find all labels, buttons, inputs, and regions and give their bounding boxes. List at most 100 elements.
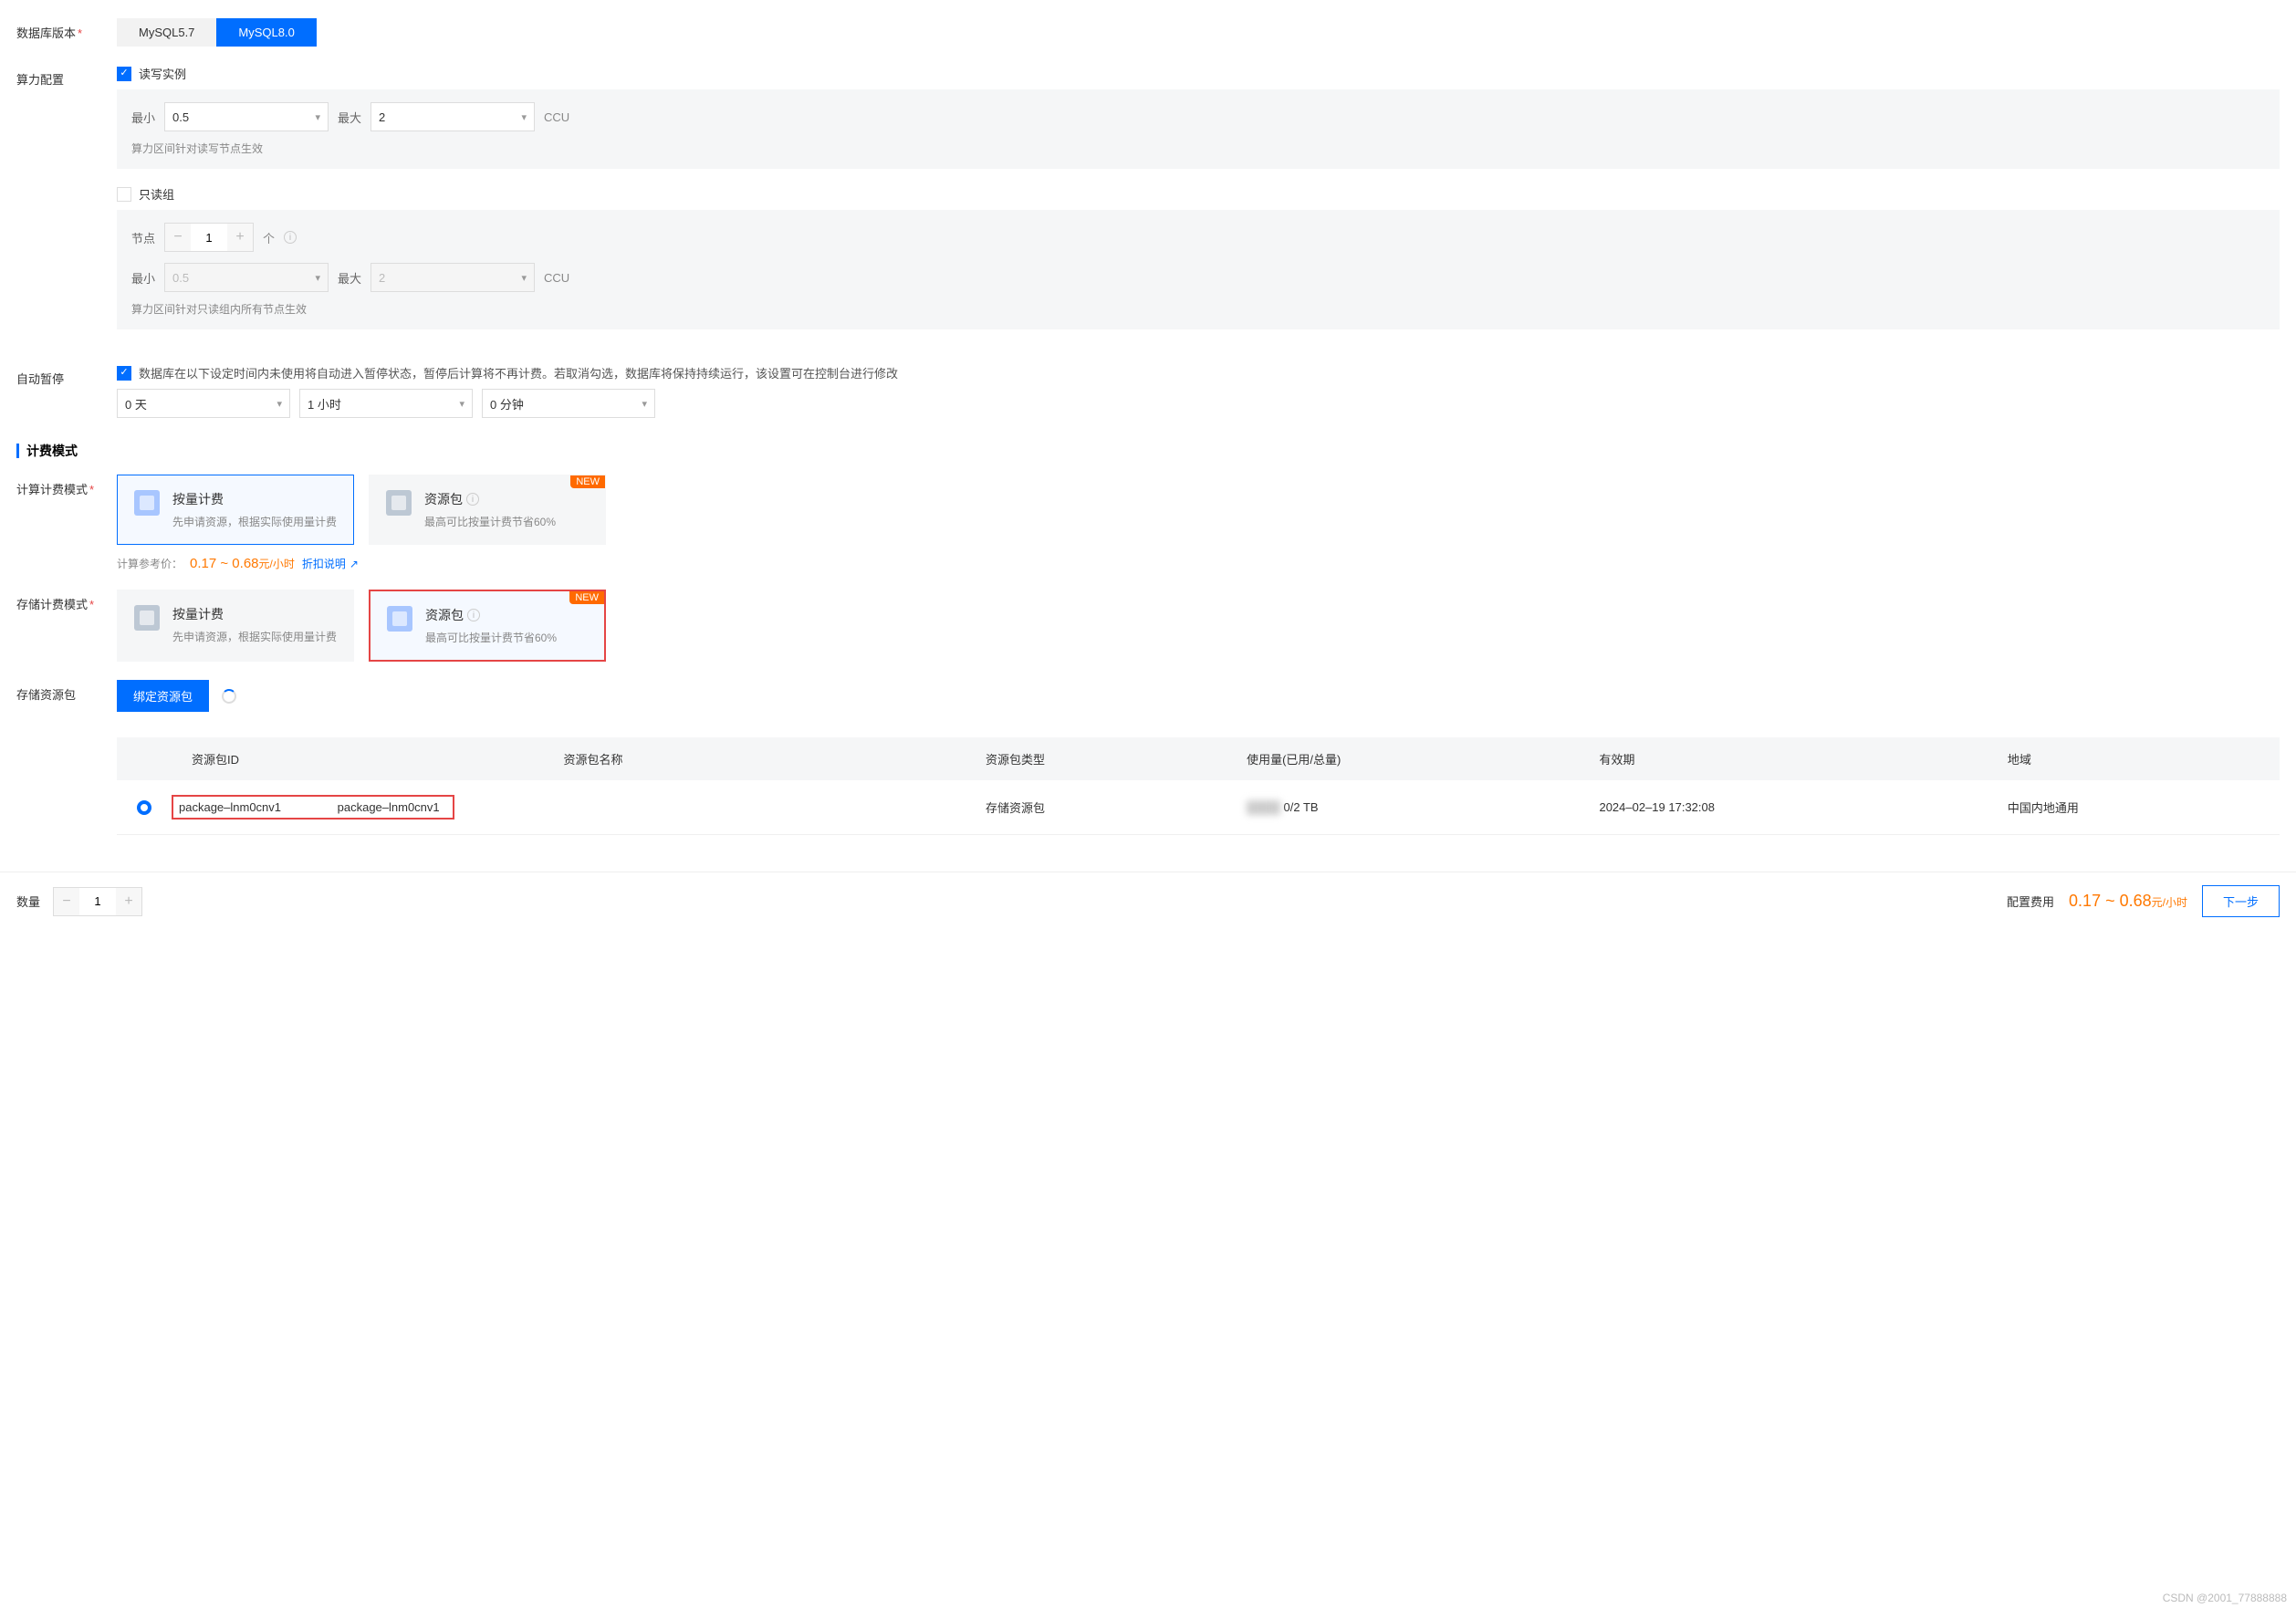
read-write-label: 读写实例 <box>139 65 186 82</box>
row-usage: ████ 0/2 TB <box>1226 780 1579 835</box>
auto-pause-label: 自动暂停 <box>16 364 117 387</box>
chevron-down-icon: ▾ <box>522 272 527 284</box>
rw-max-select[interactable]: 2▾ <box>370 102 535 131</box>
plan-title: 资源包 i <box>424 490 556 508</box>
pause-minute-select[interactable]: 0 分钟▾ <box>482 389 655 418</box>
db-version-option-8-0[interactable]: MySQL8.0 <box>216 18 316 47</box>
read-only-checkbox[interactable] <box>117 187 131 202</box>
info-icon[interactable]: i <box>467 609 480 621</box>
plan-icon <box>134 605 160 631</box>
rw-min-select[interactable]: 0.5▾ <box>164 102 329 131</box>
ro-min-label: 最小 <box>131 269 155 287</box>
storage-billing-label: 存储计费模式* <box>16 590 117 612</box>
watermark-text: CSDN @2001_77888888 <box>2163 1592 2287 1604</box>
next-step-button[interactable]: 下一步 <box>2202 885 2280 917</box>
storage-plan-card-pay-as-you-go[interactable]: 按量计费 先申请资源，根据实际使用量计费 <box>117 590 354 662</box>
ro-unit: CCU <box>544 271 569 285</box>
row-name: package–lnm0cnv1 <box>338 800 447 814</box>
read-write-panel: 最小 0.5▾ 最大 2▾ CCU 算力区间针对读写节点生效 <box>117 89 2280 169</box>
pause-day-select[interactable]: 0 天▾ <box>117 389 290 418</box>
plan-title: 按量计费 <box>172 605 337 623</box>
footer-bar: 数量 − + 配置费用 0.17 ~ 0.68元/小时 下一步 <box>0 872 2296 930</box>
stepper-plus-button[interactable]: + <box>116 888 141 915</box>
chevron-down-icon: ▾ <box>459 398 464 410</box>
row-region: 中国内地通用 <box>1988 780 2280 835</box>
plan-subtitle: 最高可比按量计费节省60% <box>424 514 556 529</box>
auto-pause-checkbox[interactable] <box>117 366 131 381</box>
chevron-down-icon: ▾ <box>315 272 320 284</box>
ro-min-select: 0.5▾ <box>164 263 329 292</box>
storage-plan-card-resource-pack[interactable]: NEW 资源包 i 最高可比按量计费节省60% <box>369 590 606 662</box>
chevron-down-icon: ▾ <box>315 111 320 123</box>
rw-note: 算力区间针对读写节点生效 <box>131 141 2265 156</box>
ref-price-value: 0.17 ~ 0.68元/小时 <box>190 556 295 571</box>
chevron-down-icon: ▾ <box>277 398 282 410</box>
plan-icon <box>134 490 160 516</box>
stepper-minus-button[interactable]: − <box>165 224 191 251</box>
qty-value[interactable] <box>79 888 116 915</box>
bind-package-button[interactable]: 绑定资源包 <box>117 680 209 712</box>
qty-label: 数量 <box>16 893 40 910</box>
plan-title: 按量计费 <box>172 490 337 508</box>
storage-package-label: 存储资源包 <box>16 680 117 703</box>
blurred-icon: ████ <box>1247 800 1280 814</box>
col-header-usage: 使用量(已用/总量) <box>1226 737 1579 780</box>
section-bar-icon <box>16 444 19 458</box>
col-header-id: 资源包ID <box>172 737 543 780</box>
pause-hour-select[interactable]: 1 小时▾ <box>299 389 473 418</box>
col-header-type: 资源包类型 <box>965 737 1226 780</box>
ro-note: 算力区间针对只读组内所有节点生效 <box>131 301 2265 317</box>
plan-icon <box>386 490 412 516</box>
col-header-region: 地域 <box>1988 737 2280 780</box>
ref-price-label: 计算参考价： <box>117 556 183 571</box>
info-icon[interactable]: i <box>466 493 479 506</box>
compute-config-label: 算力配置 <box>16 65 117 88</box>
ro-max-label: 最大 <box>338 269 361 287</box>
plan-title: 资源包 i <box>425 606 557 624</box>
fee-label: 配置费用 <box>2007 893 2054 910</box>
ro-node-value[interactable] <box>191 224 227 251</box>
package-table: 资源包ID 资源包名称 资源包类型 使用量(已用/总量) 有效期 地域 pack… <box>117 737 2280 835</box>
rw-unit: CCU <box>544 110 569 124</box>
chevron-down-icon: ▾ <box>642 398 647 410</box>
db-version-group: MySQL5.7 MySQL8.0 <box>117 18 2280 47</box>
table-row[interactable]: package–lnm0cnv1 package–lnm0cnv1 存储资源包 … <box>117 780 2280 835</box>
ro-node-stepper[interactable]: − + <box>164 223 254 252</box>
qty-stepper[interactable]: − + <box>53 887 142 916</box>
row-expire: 2024–02–19 17:32:08 <box>1579 780 1987 835</box>
plan-icon <box>387 606 412 632</box>
loading-icon <box>222 689 236 704</box>
row-id-name-highlight: package–lnm0cnv1 package–lnm0cnv1 <box>172 795 454 820</box>
db-version-option-5-7[interactable]: MySQL5.7 <box>117 18 216 47</box>
plan-subtitle: 先申请资源，根据实际使用量计费 <box>172 514 337 529</box>
chevron-down-icon: ▾ <box>522 111 527 123</box>
row-type: 存储资源包 <box>965 780 1226 835</box>
billing-section-header: 计费模式 <box>0 427 2296 465</box>
ro-node-unit: 个 <box>263 229 275 246</box>
info-icon[interactable]: i <box>284 231 297 244</box>
read-write-checkbox[interactable] <box>117 67 131 81</box>
discount-link[interactable]: 折扣说明 ↗ <box>302 556 359 571</box>
stepper-plus-button[interactable]: + <box>227 224 253 251</box>
col-header-name: 资源包名称 <box>543 737 965 780</box>
plan-subtitle: 最高可比按量计费节省60% <box>425 630 557 645</box>
read-only-panel: 节点 − + 个 i 最小 0.5▾ 最大 2▾ CCU 算力区间针对只读组内所… <box>117 210 2280 329</box>
compute-plan-card-pay-as-you-go[interactable]: 按量计费 先申请资源，根据实际使用量计费 <box>117 475 354 545</box>
billing-section-title: 计费模式 <box>26 442 78 460</box>
plan-subtitle: 先申请资源，根据实际使用量计费 <box>172 629 337 644</box>
row-radio[interactable] <box>137 800 151 815</box>
external-link-icon: ↗ <box>350 558 359 570</box>
compute-billing-label: 计算计费模式* <box>16 475 117 497</box>
read-only-label: 只读组 <box>139 185 174 203</box>
auto-pause-desc: 数据库在以下设定时间内未使用将自动进入暂停状态，暂停后计算将不再计费。若取消勾选… <box>139 364 898 381</box>
compute-plan-card-resource-pack[interactable]: NEW 资源包 i 最高可比按量计费节省60% <box>369 475 606 545</box>
fee-price: 0.17 ~ 0.68元/小时 <box>2069 892 2187 911</box>
ro-max-select: 2▾ <box>370 263 535 292</box>
rw-max-label: 最大 <box>338 109 361 126</box>
ro-node-label: 节点 <box>131 229 155 246</box>
new-badge: NEW <box>570 475 605 488</box>
stepper-minus-button[interactable]: − <box>54 888 79 915</box>
row-id: package–lnm0cnv1 <box>179 800 334 814</box>
db-version-label: 数据库版本* <box>16 18 117 41</box>
new-badge: NEW <box>569 591 604 604</box>
